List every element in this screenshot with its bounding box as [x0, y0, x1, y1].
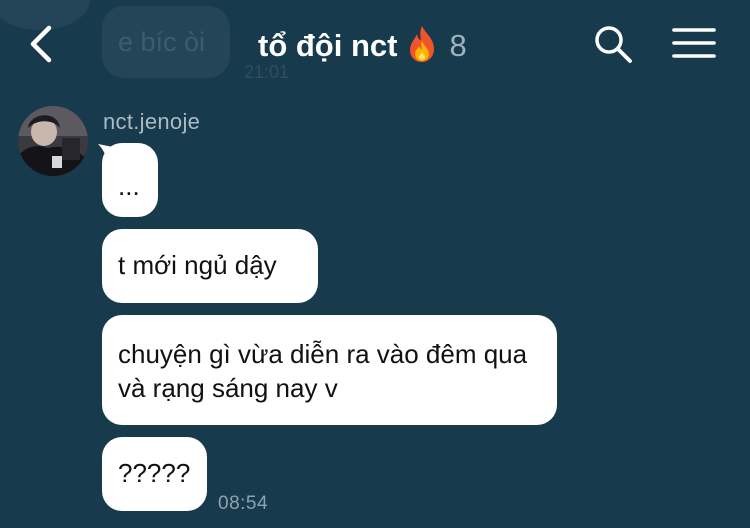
message-bubble[interactable]: t mới ngủ dậy	[102, 229, 318, 303]
message-bubble[interactable]: chuyện gì vừa diễn ra vào đêm qua và rạn…	[102, 315, 557, 425]
group-name: tổ đội nct	[258, 28, 398, 63]
fire-icon	[410, 26, 435, 62]
chat-screen: e bíc òi 21:01 tổ đội nct 8 nct.jenoje .…	[0, 0, 750, 528]
chat-header: tổ đội nct 8	[0, 0, 750, 88]
chevron-left-icon[interactable]	[22, 22, 62, 66]
message-bubble[interactable]: ...	[102, 143, 158, 217]
sender-avatar[interactable]	[18, 106, 88, 176]
sender-name[interactable]: nct.jenoje	[103, 109, 200, 135]
search-icon[interactable]	[593, 24, 633, 64]
message-bubble[interactable]: ?????	[102, 437, 207, 511]
chat-title[interactable]: tổ đội nct 8	[258, 24, 467, 68]
member-count: 8	[449, 28, 467, 63]
message-timestamp: 08:54	[218, 493, 269, 514]
avatar-photo	[18, 106, 88, 176]
hamburger-menu-icon[interactable]	[672, 26, 716, 62]
